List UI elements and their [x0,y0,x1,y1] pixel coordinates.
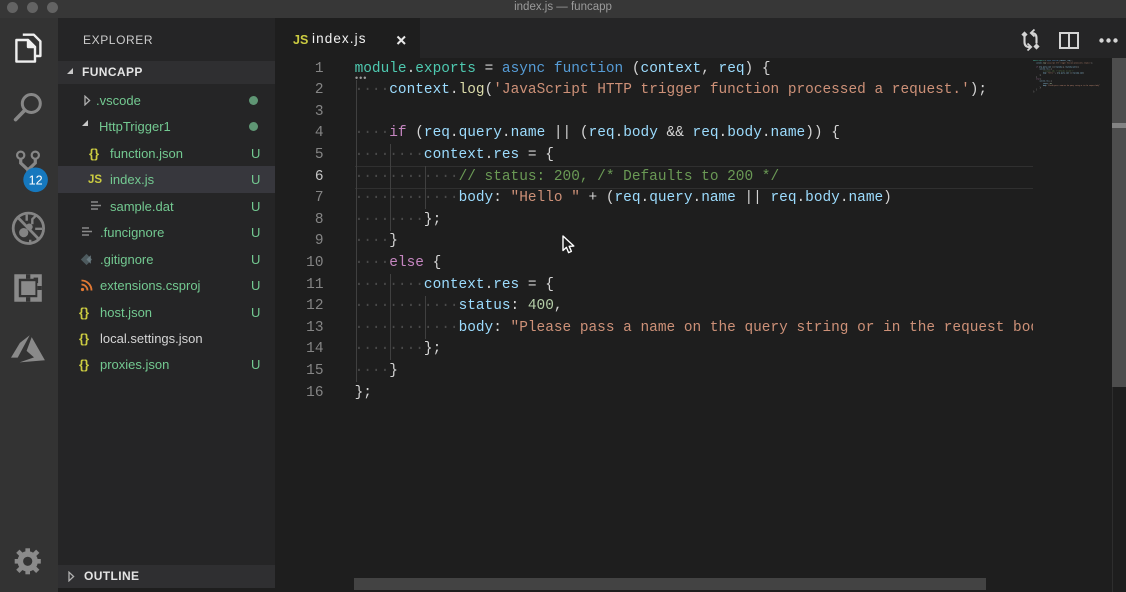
svg-text:12: 12 [29,173,43,187]
